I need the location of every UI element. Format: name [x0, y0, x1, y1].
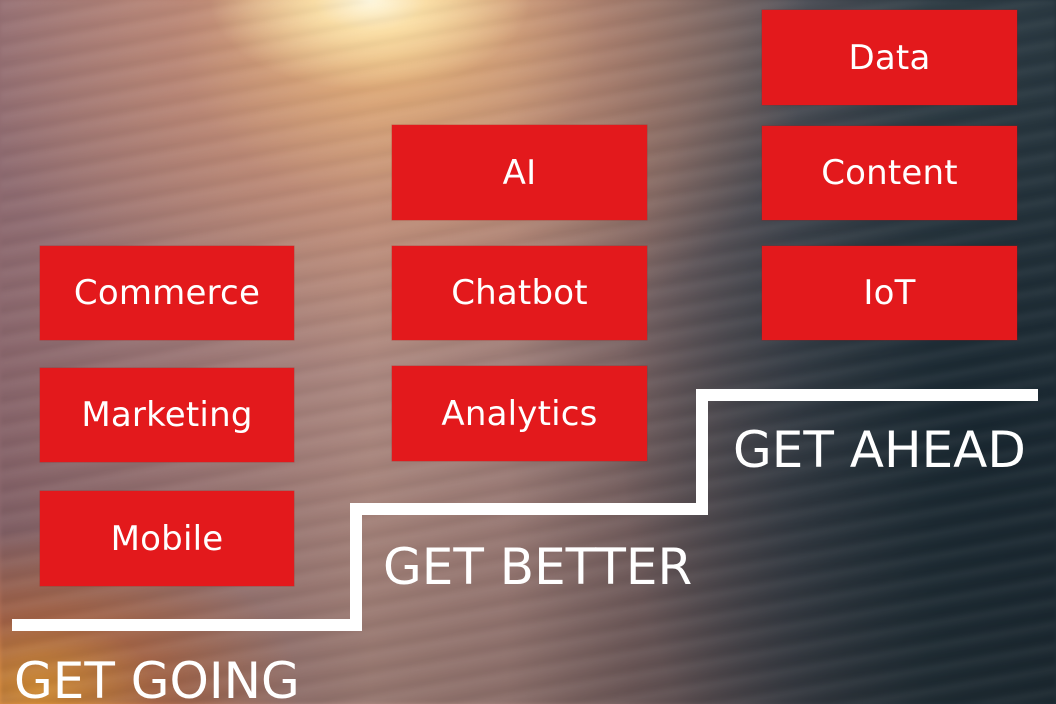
capability-box-chatbot: Chatbot — [392, 246, 647, 340]
capability-label: Marketing — [81, 395, 253, 435]
tier-label-get-better: GET BETTER — [383, 538, 693, 596]
step-tread-better — [350, 503, 708, 515]
step-tread-going — [12, 619, 362, 631]
capability-label: Chatbot — [451, 273, 588, 313]
tier-label-get-ahead: GET AHEAD — [733, 421, 1026, 479]
capability-label: Data — [848, 37, 931, 78]
capability-label: AI — [502, 152, 537, 193]
capability-box-mobile: Mobile — [40, 491, 294, 586]
capability-label: IoT — [863, 273, 916, 313]
capability-label: Mobile — [110, 518, 224, 559]
capability-box-iot: IoT — [762, 246, 1017, 340]
capability-label: Content — [821, 153, 958, 193]
step-tread-ahead — [696, 389, 1038, 401]
capability-box-commerce: Commerce — [40, 246, 294, 340]
capability-label: Commerce — [73, 273, 261, 313]
capability-label: Analytics — [441, 393, 598, 434]
step-riser-ahead — [696, 389, 708, 515]
capability-box-ai: AI — [392, 125, 647, 220]
capability-box-data: Data — [762, 10, 1017, 105]
capability-box-content: Content — [762, 126, 1017, 220]
capability-box-marketing: Marketing — [40, 368, 294, 462]
stairway-background: Commerce Marketing Mobile AI Chatbot Ana… — [0, 0, 1056, 704]
tier-label-get-going: GET GOING — [14, 652, 300, 704]
capability-box-analytics: Analytics — [392, 366, 647, 461]
step-riser-better — [350, 503, 362, 631]
